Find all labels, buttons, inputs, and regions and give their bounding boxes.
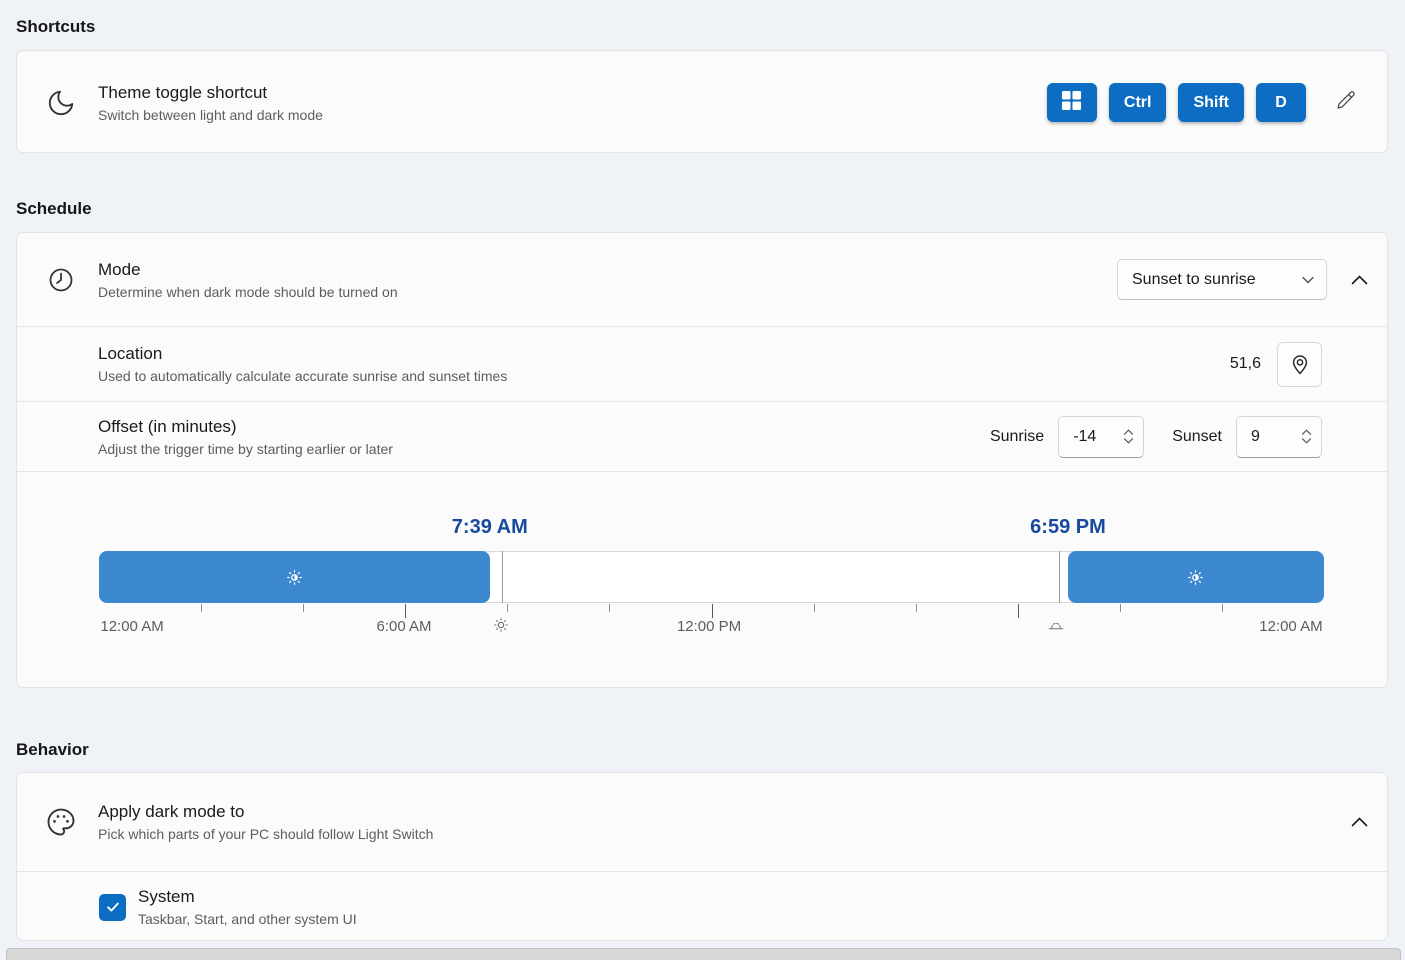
- sunrise-offset-stepper[interactable]: -14: [1058, 416, 1144, 458]
- shortcut-keys: Ctrl Shift D: [1047, 83, 1387, 122]
- offset-row: Offset (in minutes) Adjust the trigger t…: [17, 401, 1387, 471]
- system-subtitle: Taskbar, Start, and other system UI: [138, 911, 357, 927]
- palette-icon: [45, 806, 77, 838]
- sunset-offset-value: 9: [1251, 428, 1260, 446]
- axis-label-midnight-left: 12:00 AM: [100, 618, 163, 635]
- apply-dark-mode-row: Apply dark mode to Pick which parts of y…: [17, 773, 1387, 871]
- sunrise-offset-label: Sunrise: [990, 428, 1044, 446]
- sunset-marker-line: [1059, 551, 1060, 603]
- day-night-timeline: 7:39 AM 6:59 PM 12:00 AM 6:00: [99, 472, 1324, 688]
- dark-sun-icon: [1186, 568, 1205, 587]
- sunrise-trigger-time-label: 7:39 AM: [452, 516, 528, 539]
- schedule-card: Mode Determine when dark mode should be …: [16, 232, 1388, 688]
- mode-row: Mode Determine when dark mode should be …: [17, 233, 1387, 326]
- timeline-tick: [916, 604, 917, 612]
- sunrise-offset-value: -14: [1073, 428, 1096, 446]
- timeline-tick: [814, 604, 815, 612]
- stepper-chevrons-icon: [1123, 428, 1134, 445]
- mode-dropdown-value: Sunset to sunrise: [1132, 271, 1256, 289]
- timeline-tick: [303, 604, 304, 612]
- behavior-heading: Behavior: [16, 740, 89, 760]
- d-key: D: [1256, 83, 1306, 122]
- chevron-up-icon: [1351, 275, 1368, 285]
- dark-sun-icon: [285, 568, 304, 587]
- timeline-ticks: [99, 603, 1324, 619]
- system-row: System Taskbar, Start, and other system …: [17, 871, 1387, 941]
- ctrl-key: Ctrl: [1109, 83, 1167, 122]
- sunset-offset-stepper[interactable]: 9: [1236, 416, 1322, 458]
- location-subtitle: Used to automatically calculate accurate…: [98, 368, 507, 384]
- pencil-icon: [1334, 88, 1358, 117]
- axis-label-midnight-right: 12:00 AM: [1259, 618, 1322, 635]
- timeline-tick: [1120, 604, 1121, 612]
- theme-toggle-shortcut-card: Theme toggle shortcut Switch between lig…: [16, 50, 1388, 153]
- light-switch-settings-page: Shortcuts Theme toggle shortcut Switch b…: [0, 0, 1405, 960]
- chevron-up-icon: [1351, 817, 1368, 827]
- behavior-collapse-button[interactable]: [1349, 812, 1369, 832]
- apply-dark-mode-subtitle: Pick which parts of your PC should follo…: [98, 826, 433, 842]
- sunrise-axis-icon: [491, 615, 511, 640]
- mode-title: Mode: [98, 260, 398, 280]
- system-checkbox[interactable]: [99, 894, 126, 921]
- timeline-tick: [1222, 604, 1223, 612]
- timeline-tick: [201, 604, 202, 612]
- detect-location-button[interactable]: [1277, 342, 1322, 387]
- dark-bar-morning: [99, 551, 490, 603]
- map-pin-icon: [1288, 352, 1312, 376]
- windows-logo-icon: [1061, 90, 1082, 116]
- timeline-tick: [1018, 604, 1019, 618]
- windows-key: [1047, 83, 1097, 122]
- stepper-chevrons-icon: [1301, 428, 1312, 445]
- shortcut-title: Theme toggle shortcut: [98, 83, 323, 103]
- axis-label-6am: 6:00 AM: [376, 618, 431, 635]
- schedule-heading: Schedule: [16, 199, 92, 219]
- sunset-axis-icon: [1046, 615, 1066, 640]
- theme-toggle-shortcut-row: Theme toggle shortcut Switch between lig…: [17, 51, 1387, 153]
- sunrise-marker-line: [502, 551, 503, 603]
- schedule-collapse-button[interactable]: [1349, 270, 1369, 290]
- offset-title: Offset (in minutes): [98, 417, 393, 437]
- sunset-trigger-time-label: 6:59 PM: [1030, 516, 1106, 539]
- chevron-down-icon: [1302, 276, 1314, 284]
- location-value: 51,6: [1230, 355, 1261, 373]
- location-title: Location: [98, 344, 507, 364]
- moon-icon: [45, 87, 77, 119]
- mode-dropdown[interactable]: Sunset to sunrise: [1117, 259, 1327, 300]
- clock-icon: [45, 264, 77, 296]
- mode-subtitle: Determine when dark mode should be turne…: [98, 284, 398, 300]
- shift-key: Shift: [1178, 83, 1244, 122]
- apply-dark-mode-title: Apply dark mode to: [98, 802, 433, 822]
- check-icon: [105, 899, 121, 915]
- edit-shortcut-button[interactable]: [1333, 90, 1359, 116]
- timeline-tick: [507, 604, 508, 612]
- shortcuts-heading: Shortcuts: [16, 17, 95, 37]
- dark-bar-evening: [1068, 551, 1324, 603]
- axis-label-noon: 12:00 PM: [677, 618, 741, 635]
- next-row-edge: [6, 948, 1401, 960]
- shortcut-subtitle: Switch between light and dark mode: [98, 107, 323, 123]
- sunset-offset-label: Sunset: [1172, 428, 1222, 446]
- timeline-tick: [609, 604, 610, 612]
- system-title: System: [138, 887, 357, 907]
- timeline-row: 7:39 AM 6:59 PM 12:00 AM 6:00: [17, 471, 1387, 688]
- location-row: Location Used to automatically calculate…: [17, 326, 1387, 401]
- offset-subtitle: Adjust the trigger time by starting earl…: [98, 441, 393, 457]
- timeline-tick: [405, 604, 406, 618]
- behavior-card: Apply dark mode to Pick which parts of y…: [16, 772, 1388, 941]
- timeline-tick: [712, 604, 713, 618]
